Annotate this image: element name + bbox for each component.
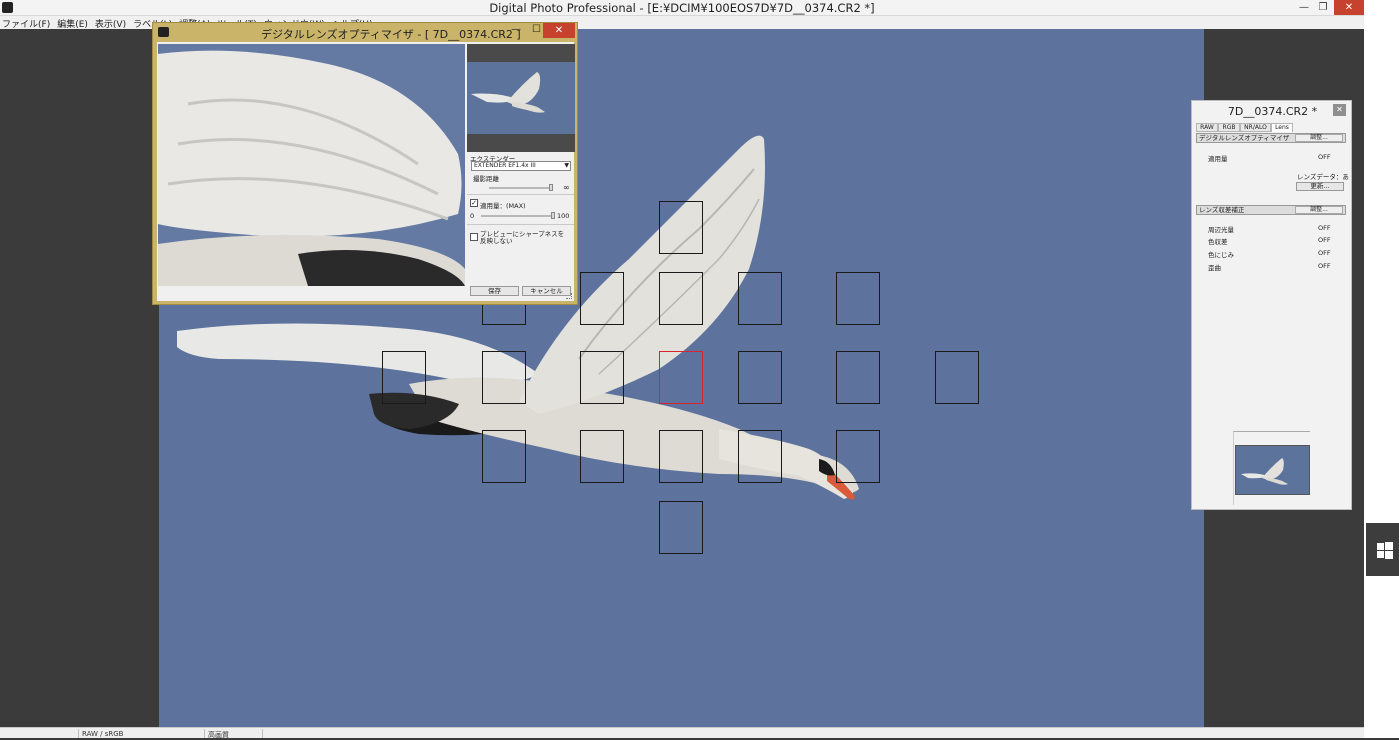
aberration-section-header: レンズ収差補正 調整... bbox=[1196, 205, 1346, 215]
amount-slider-handle[interactable] bbox=[551, 212, 555, 219]
af-point[interactable] bbox=[580, 351, 624, 404]
af-point[interactable] bbox=[738, 351, 782, 404]
dlo-adjust-button[interactable]: 調整... bbox=[1295, 134, 1343, 142]
af-point[interactable] bbox=[836, 351, 880, 404]
dialog-maximize-button[interactable]: ☐ bbox=[532, 24, 541, 35]
tab-rgb[interactable]: RGB bbox=[1218, 123, 1240, 132]
amount-row-label: 適用量 bbox=[1208, 155, 1228, 163]
af-point[interactable] bbox=[659, 430, 703, 483]
tab-nr-alo[interactable]: NR/ALO bbox=[1240, 123, 1271, 132]
amount-max-label: 100 bbox=[557, 212, 570, 220]
save-button[interactable]: 保存 bbox=[470, 286, 519, 296]
sharpness-checkbox[interactable] bbox=[470, 233, 478, 241]
af-point[interactable] bbox=[836, 430, 880, 483]
cancel-button[interactable]: キャンセル bbox=[522, 286, 571, 296]
windows-logo-icon bbox=[1377, 543, 1384, 550]
camera-icon bbox=[158, 27, 169, 37]
chromatic-label: 色収差 bbox=[1208, 238, 1228, 246]
af-point[interactable] bbox=[738, 430, 782, 483]
color-blur-value: OFF bbox=[1318, 249, 1331, 257]
distance-slider[interactable] bbox=[489, 187, 553, 189]
af-point-selected[interactable] bbox=[659, 351, 703, 404]
lens-optimizer-dialog: デジタルレンズオプティマイザ - [ 7D__0374.CR2 ] — ☐ ✕ bbox=[152, 22, 578, 305]
chromatic-value: OFF bbox=[1318, 236, 1331, 244]
dlo-section-header: デジタルレンズオプティマイザ 調整... bbox=[1196, 133, 1346, 143]
af-point[interactable] bbox=[935, 351, 979, 404]
dialog-minimize-button[interactable]: — bbox=[511, 24, 521, 35]
status-bar: RAW / sRGB 高画質 bbox=[0, 727, 1364, 739]
af-point[interactable] bbox=[482, 430, 526, 483]
distance-label: 撮影距離 bbox=[473, 175, 499, 183]
amount-checkbox[interactable]: ✓ bbox=[470, 199, 478, 207]
dialog-title: デジタルレンズオプティマイザ - [ 7D__0374.CR2 ] bbox=[261, 28, 521, 41]
chevron-down-icon: ▼ bbox=[564, 162, 569, 169]
quality-status: 高画質 bbox=[208, 731, 229, 739]
amount-row-value: OFF bbox=[1318, 153, 1331, 161]
menu-file[interactable]: ファイル(F) bbox=[0, 16, 55, 30]
dlo-section-label: デジタルレンズオプティマイザ bbox=[1199, 134, 1290, 142]
peripheral-value: OFF bbox=[1318, 224, 1331, 232]
af-point[interactable] bbox=[482, 351, 526, 404]
menu-view[interactable]: 表示(V) bbox=[93, 16, 131, 30]
palette-close-button[interactable]: ✕ bbox=[1333, 104, 1346, 116]
af-point[interactable] bbox=[836, 272, 880, 325]
peripheral-label: 周辺光量 bbox=[1208, 226, 1234, 234]
sharpness-label: プレビューにシャープネスを反映しない bbox=[480, 230, 565, 245]
color-space-status: RAW / sRGB bbox=[82, 730, 124, 738]
title-bar: Digital Photo Professional - [E:¥DCIM¥10… bbox=[0, 0, 1364, 16]
resize-grip[interactable] bbox=[566, 293, 572, 299]
swan-mini-icon bbox=[1241, 458, 1288, 485]
palette-thumbnail bbox=[1233, 431, 1310, 505]
swan-thumbnail bbox=[471, 72, 545, 113]
af-point[interactable] bbox=[580, 430, 624, 483]
extender-value: EXTENDER EF1.4x III bbox=[474, 162, 536, 169]
update-button[interactable]: 更新... bbox=[1296, 182, 1344, 191]
dialog-close-button[interactable]: ✕ bbox=[543, 23, 575, 38]
color-blur-label: 色にじみ bbox=[1208, 251, 1234, 259]
distortion-label: 歪曲 bbox=[1208, 264, 1221, 272]
amount-slider[interactable] bbox=[481, 215, 553, 217]
amount-label: 適用量：(MAX) bbox=[480, 202, 526, 210]
amount-min-label: 0 bbox=[470, 212, 475, 220]
distortion-value: OFF bbox=[1318, 262, 1331, 270]
tab-raw[interactable]: RAW bbox=[1196, 123, 1218, 132]
zoom-preview[interactable] bbox=[158, 44, 465, 286]
navigator-thumbnail[interactable] bbox=[467, 44, 575, 152]
window-title: Digital Photo Professional - [E:¥DCIM¥10… bbox=[489, 1, 875, 15]
menu-edit[interactable]: 編集(E) bbox=[55, 16, 93, 30]
palette-title: 7D__0374.CR2 * bbox=[1227, 105, 1318, 118]
af-point[interactable] bbox=[659, 272, 703, 325]
wing-closeup bbox=[158, 50, 465, 286]
dialog-body: エクステンダー EXTENDER EF1.4x III ▼ 撮影距離 ∞ ✓ 適… bbox=[157, 42, 575, 301]
af-point[interactable] bbox=[382, 351, 426, 404]
tab-lens[interactable]: Lens bbox=[1271, 123, 1293, 132]
af-point[interactable] bbox=[659, 501, 703, 554]
distance-slider-handle[interactable] bbox=[549, 184, 553, 191]
af-point[interactable] bbox=[659, 201, 703, 254]
af-point[interactable] bbox=[580, 272, 624, 325]
windows-start-charm[interactable] bbox=[1366, 523, 1399, 576]
close-button[interactable]: ✕ bbox=[1334, 0, 1364, 15]
aberration-section-label: レンズ収差補正 bbox=[1199, 206, 1245, 214]
af-point[interactable] bbox=[738, 272, 782, 325]
extender-select[interactable]: EXTENDER EF1.4x III ▼ bbox=[471, 161, 571, 171]
dialog-settings-panel: エクステンダー EXTENDER EF1.4x III ▼ 撮影距離 ∞ ✓ 適… bbox=[467, 152, 574, 301]
aberration-adjust-button[interactable]: 調整... bbox=[1295, 206, 1343, 214]
desktop-edge bbox=[1364, 0, 1399, 738]
infinity-label: ∞ bbox=[563, 183, 570, 192]
dialog-title-bar[interactable]: デジタルレンズオプティマイザ - [ 7D__0374.CR2 ] — ☐ ✕ bbox=[153, 23, 577, 41]
restore-button[interactable]: ❐ bbox=[1312, 0, 1334, 15]
